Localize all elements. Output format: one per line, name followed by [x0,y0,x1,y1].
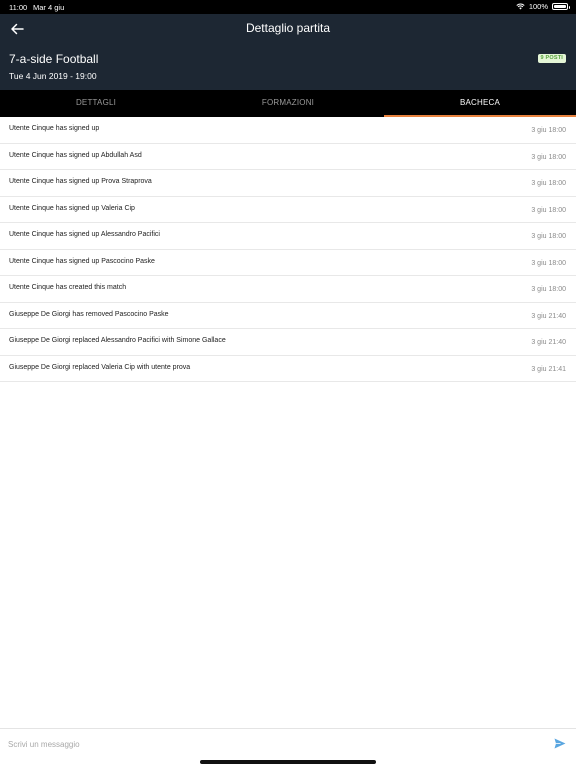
list-item: Giuseppe De Giorgi replaced Alessandro P… [0,329,576,356]
match-title: 7-a-side Football [9,52,99,66]
match-date: Tue 4 Jun 2019 - 19:00 [9,71,97,81]
feed-timestamp: 3 giu 18:00 [531,206,566,214]
feed-message: Utente Cinque has signed up Alessandro P… [9,231,160,238]
message-input[interactable] [8,736,538,752]
feed-message: Giuseppe De Giorgi has removed Pascocino… [9,310,169,318]
list-item: Utente Cinque has signed up Pascocino Pa… [0,250,576,276]
feed-timestamp: 3 giu 18:00 [531,286,566,293]
feed-timestamp: 3 giu 18:00 [531,127,566,134]
list-item: Utente Cinque has signed up Prova Strapr… [0,170,576,197]
list-item: Utente Cinque has signed up Valeria Cip … [0,197,576,223]
feed-timestamp: 3 giu 18:00 [531,233,566,240]
status-right: 100% [516,2,570,11]
feed-timestamp: 3 giu 18:00 [531,153,566,161]
feed-message: Utente Cinque has signed up Prova Strapr… [9,178,152,185]
feed-timestamp: 3 giu 21:40 [531,312,566,320]
list-item: Utente Cinque has signed up Alessandro P… [0,223,576,250]
tab-formazioni[interactable]: FORMAZIONI [192,90,384,117]
feed-message: Utente Cinque has created this match [9,284,127,291]
navigation-bar: Dettaglio partita [0,14,576,44]
tab-bar: DETTAGLI FORMAZIONI BACHECA [0,90,576,117]
status-bar: 11:00 Mar 4 giu 100% [0,0,576,14]
list-item: Utente Cinque has signed up Abdullah Asd… [0,144,576,170]
status-date: Mar 4 giu [33,3,65,12]
wifi-icon [516,3,525,10]
list-item: Utente Cinque has signed up 3 giu 18:00 [0,117,576,144]
list-item: Giuseppe De Giorgi replaced Valeria Cip … [0,356,576,382]
list-item: Utente Cinque has created this match 3 g… [0,276,576,303]
send-icon[interactable] [554,738,566,749]
tab-dettagli[interactable]: DETTAGLI [0,90,192,117]
feed-message: Utente Cinque has signed up [9,125,100,132]
feed-timestamp: 3 giu 18:00 [531,259,566,267]
status-time: 11:00 [9,3,28,12]
feed-message: Giuseppe De Giorgi replaced Valeria Cip … [9,363,191,371]
tab-bacheca[interactable]: BACHECA [384,90,576,117]
feed-message: Utente Cinque has signed up Valeria Cip [9,204,135,212]
feed-message: Utente Cinque has signed up Abdullah Asd [9,151,142,159]
battery-icon [552,3,570,10]
feed-timestamp: 3 giu 21:40 [531,339,566,346]
spots-badge: 9 POSTI [537,54,566,63]
feed-message: Giuseppe De Giorgi replaced Alessandro P… [9,337,226,344]
battery-percent: 100% [528,2,548,11]
match-header: 7-a-side Football Tue 4 Jun 2019 - 19:00… [0,44,576,90]
feed-timestamp: 3 giu 18:00 [531,180,566,187]
list-item: Giuseppe De Giorgi has removed Pascocino… [0,303,576,329]
feed-message: Utente Cinque has signed up Pascocino Pa… [9,257,155,265]
feed-timestamp: 3 giu 21:41 [531,365,566,373]
home-indicator [200,760,376,764]
page-title: Dettaglio partita [245,21,331,35]
activity-feed: Utente Cinque has signed up 3 giu 18:00 … [0,117,576,382]
